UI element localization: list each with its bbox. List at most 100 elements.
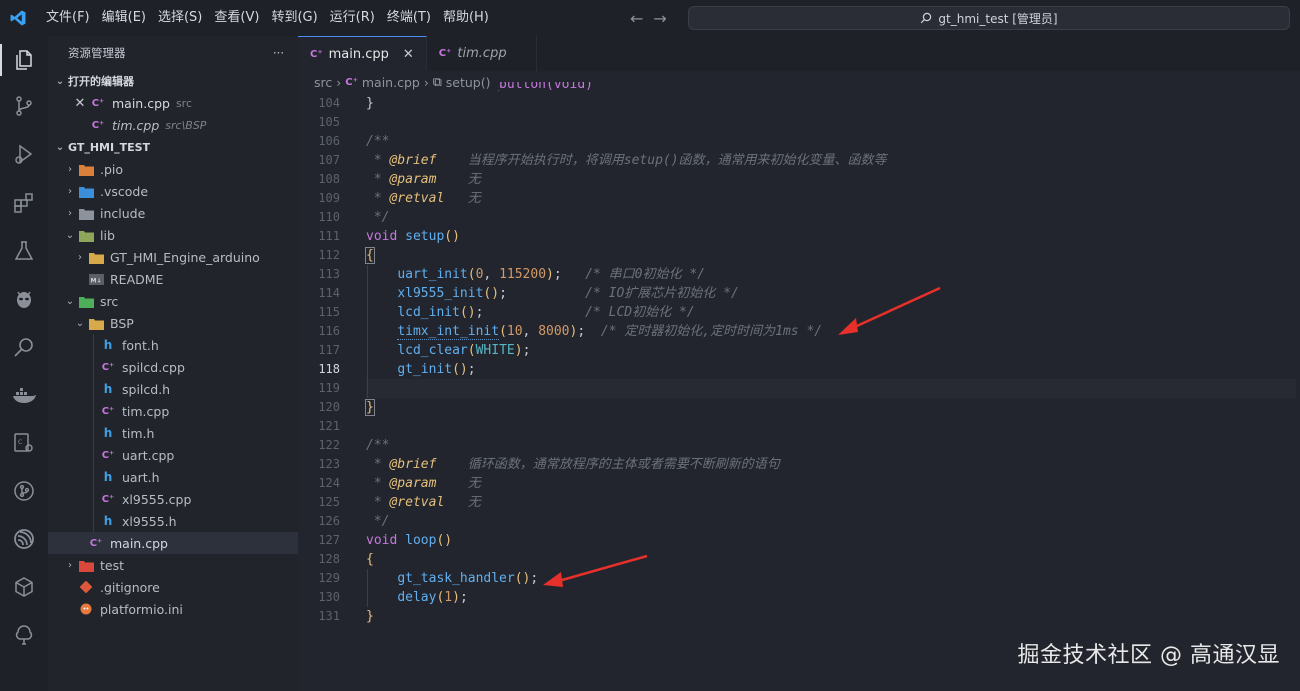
tree-item-label: spilcd.cpp: [122, 359, 185, 375]
command-center-search[interactable]: gt_hmi_test [管理员]: [688, 6, 1290, 30]
close-icon[interactable]: ✕: [403, 47, 414, 62]
current-line: [366, 379, 1296, 398]
platformio-alien-icon[interactable]: [0, 279, 48, 319]
tree-item-spilcd-h[interactable]: h spilcd.h: [48, 378, 298, 400]
tree-item-uart-h[interactable]: h uart.h: [48, 466, 298, 488]
close-icon[interactable]: ✕: [72, 96, 88, 111]
annotation-arrow-task-handler: [543, 554, 648, 587]
tree-item-label: tim.cpp: [122, 403, 170, 419]
git-file-icon: [78, 579, 94, 595]
menu-file[interactable]: 文件(F): [40, 0, 96, 36]
header-file-icon: h: [103, 338, 113, 352]
tree-item-label: include: [100, 205, 146, 221]
git-graph-icon[interactable]: [0, 471, 48, 511]
code-line: void setup(): [366, 229, 460, 244]
code-number: 1: [444, 590, 453, 605]
tree-item-xl9555-h[interactable]: h xl9555.h: [48, 510, 298, 532]
line-number: 110: [318, 210, 340, 224]
menu-terminal[interactable]: 终端(T): [381, 0, 437, 36]
tree-item-test[interactable]: › test: [48, 554, 298, 576]
code-function: lcd_clear: [397, 343, 468, 358]
code-text: }: [366, 96, 374, 111]
tree-item-spilcd-cpp[interactable]: C⁺ spilcd.cpp: [48, 356, 298, 378]
breadcrumb-symbol[interactable]: setup(): [446, 75, 491, 90]
code-brace: {: [366, 552, 374, 567]
tree-item-src[interactable]: ⌄ src: [48, 290, 298, 312]
remote-explorer-icon[interactable]: C: [0, 423, 48, 463]
open-editors-section[interactable]: ⌄ 打开的编辑器: [48, 70, 298, 92]
svg-text:C: C: [18, 439, 22, 446]
project-section[interactable]: ⌄ GT_HMI_TEST: [48, 136, 298, 158]
code-line: /**: [366, 436, 1296, 455]
line-number: 120: [318, 400, 340, 414]
tree-item-pio[interactable]: › .pio: [48, 158, 298, 180]
breadcrumb-src[interactable]: src: [314, 75, 332, 90]
tree-item-lib[interactable]: ⌄ lib: [48, 224, 298, 246]
tab-main-cpp[interactable]: C⁺ main.cpp ✕: [298, 36, 427, 71]
open-editor-item-main[interactable]: ✕ C⁺ main.cpp src: [48, 92, 298, 114]
tree-item-gitignore[interactable]: .gitignore: [48, 576, 298, 598]
open-editor-item-tim[interactable]: C⁺ tim.cpp src\BSP: [48, 114, 298, 136]
tree-item-font-h[interactable]: h font.h: [48, 334, 298, 356]
source-control-icon[interactable]: [0, 86, 48, 126]
code-function: gt_task_handler: [397, 571, 515, 586]
menu-help[interactable]: 帮助(H): [437, 0, 495, 36]
line-number: 108: [318, 172, 340, 186]
line-number: 107: [318, 153, 340, 167]
tab-tim-cpp[interactable]: C⁺ tim.cpp: [427, 36, 537, 71]
tree-item-include[interactable]: › include: [48, 202, 298, 224]
tree-item-label: spilcd.h: [122, 381, 171, 397]
tree-item-label: .pio: [100, 161, 124, 177]
code-brace: }: [366, 609, 374, 624]
tree-item-tim-h[interactable]: h tim.h: [48, 422, 298, 444]
header-file-icon: h: [103, 514, 113, 528]
more-actions-icon[interactable]: ···: [273, 46, 284, 60]
line-number: 131: [318, 609, 340, 623]
back-arrow-icon[interactable]: ←: [630, 9, 643, 28]
tree-item-gt-engine[interactable]: › GT_HMI_Engine_arduino: [48, 246, 298, 268]
tree-item-uart-cpp[interactable]: C⁺ uart.cpp: [48, 444, 298, 466]
tree-item-tim-cpp[interactable]: C⁺ tim.cpp: [48, 400, 298, 422]
folder-open-icon: [88, 315, 104, 331]
code-editor[interactable]: 104 105 106 107 108 109 110 111 112 113 …: [298, 82, 1300, 691]
cpp-file-icon: C⁺: [101, 493, 115, 505]
forward-arrow-icon[interactable]: →: [653, 9, 666, 28]
explorer-icon[interactable]: [0, 40, 48, 80]
menu-go[interactable]: 转到(G): [265, 0, 323, 36]
tree-item-vscode[interactable]: › .vscode: [48, 180, 298, 202]
tree-outline-icon[interactable]: [0, 615, 48, 655]
doc-tag: @retval: [389, 191, 445, 206]
code-line: {: [366, 550, 1296, 569]
extensions-icon[interactable]: [0, 183, 48, 223]
tree-item-main-cpp[interactable]: C⁺ main.cpp: [48, 532, 298, 554]
code-comment: *: [366, 191, 390, 206]
code-comment: 无: [436, 476, 481, 491]
line-number: 114: [318, 286, 340, 300]
line-number-current: 118: [318, 362, 340, 376]
code-comment: *: [366, 476, 390, 491]
docker-icon[interactable]: [0, 375, 48, 415]
menu-run[interactable]: 运行(R): [324, 0, 381, 36]
menu-edit[interactable]: 编辑(E): [96, 0, 152, 36]
indent-guide: [93, 488, 94, 510]
run-debug-icon[interactable]: [0, 134, 48, 174]
tree-item-platformio[interactable]: platformio.ini: [48, 598, 298, 620]
tree-item-readme[interactable]: M↓ README: [48, 268, 298, 290]
tree-item-bsp[interactable]: ⌄ BSP: [48, 312, 298, 334]
line-number: 112: [318, 248, 340, 262]
menu-selection[interactable]: 选择(S): [152, 0, 208, 36]
code-line: /**: [366, 132, 1296, 151]
espressif-icon[interactable]: [0, 519, 48, 559]
menu-view[interactable]: 查看(V): [208, 0, 265, 36]
tree-item-xl9555-cpp[interactable]: C⁺ xl9555.cpp: [48, 488, 298, 510]
search-icon[interactable]: [0, 327, 48, 367]
open-editors-title: 打开的编辑器: [68, 75, 134, 88]
cube-extension-icon[interactable]: [0, 567, 48, 607]
testing-flask-icon[interactable]: [0, 231, 48, 271]
code-line: lcd_clear(WHITE);: [366, 341, 1296, 360]
chevron-right-icon: ›: [423, 74, 429, 90]
breadcrumb-file[interactable]: main.cpp: [362, 75, 420, 90]
cpp-file-icon: C⁺: [101, 449, 115, 461]
